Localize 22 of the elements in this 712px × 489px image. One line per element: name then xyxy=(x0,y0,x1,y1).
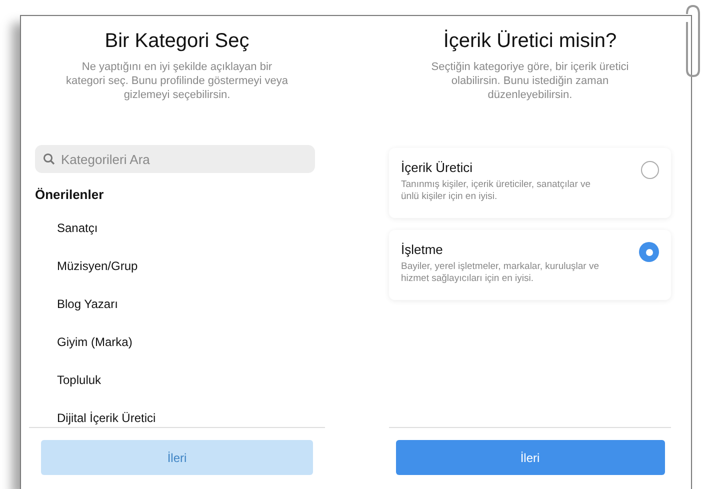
category-item[interactable]: Sanatçı xyxy=(57,219,98,237)
category-item[interactable]: Giyim (Marka) xyxy=(57,333,132,351)
radio-button[interactable] xyxy=(641,161,659,179)
option-description: Tanınmış kişiler, içerik üreticiler, sanatçılar ve ünlü kişiler için en iyisi. xyxy=(401,179,592,203)
radio-button[interactable] xyxy=(639,242,659,262)
search-icon xyxy=(43,153,55,165)
screen-subtitle: Seçtiğin kategoriye göre, bir içerik üretici olabilirsin. Bunu istediğin zaman düzenleyebilirsin. xyxy=(430,60,630,102)
screen-title: Bir Kategori Seç xyxy=(104,30,250,53)
search-field[interactable]: Kategorileri Ara xyxy=(35,145,315,173)
option-description: Bayiler, yerel işletmeler, markalar, kuruluşlar ve hizmet sağlayıcıları için en iyisi. xyxy=(401,261,600,285)
category-item[interactable]: Topluluk xyxy=(57,371,102,389)
section-title: Önerilenler xyxy=(35,187,105,202)
option-title: İşletme xyxy=(401,242,444,257)
paperclip-icon xyxy=(684,4,702,78)
account-type-option[interactable]: İçerik Üretici Tanınmış kişiler, içerik üreticiler, sanatçılar ve ünlü kişiler için en iyisi. xyxy=(389,148,671,218)
category-item[interactable]: Dijital İçerik Üretici xyxy=(57,409,156,427)
screen-subtitle: Ne yaptığını en iyi şekilde açıklayan bir kategori seç. Bunu profilinde göstermeyi veya gizlemeyi seçebilirsin. xyxy=(65,60,289,102)
category-item[interactable]: Müzisyen/Grup xyxy=(57,257,138,275)
account-type-option[interactable]: İşletme Bayiler, yerel işletmeler, markalar, kuruluşlar ve hizmet sağlayıcıları için en iyisi. xyxy=(389,230,671,300)
option-title: İçerik Üretici xyxy=(401,160,474,175)
screen-title: İçerik Üretici misin? xyxy=(442,30,618,53)
category-item[interactable]: Blog Yazarı xyxy=(57,295,118,313)
